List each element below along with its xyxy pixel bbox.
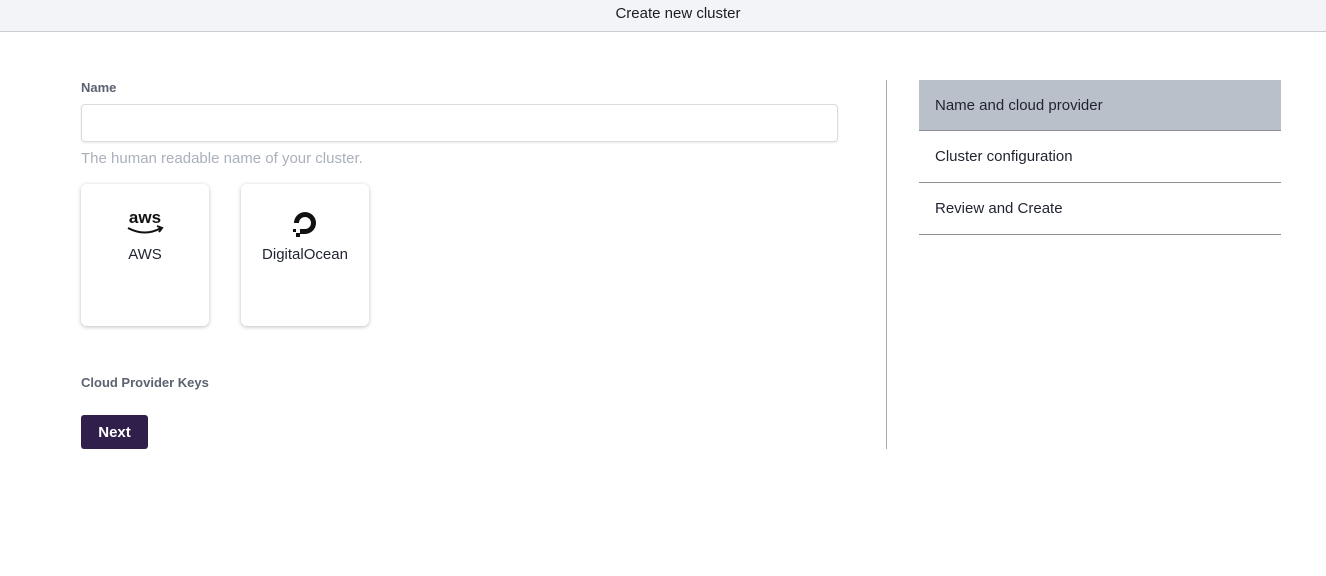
vertical-divider [886, 80, 887, 449]
step-cluster-configuration[interactable]: Cluster configuration [919, 131, 1281, 183]
aws-logo-icon: aws [124, 206, 166, 240]
cluster-name-input[interactable] [81, 104, 838, 142]
provider-name: AWS [128, 246, 162, 263]
provider-card-digitalocean[interactable]: DigitalOcean [241, 184, 369, 326]
name-help-text: The human readable name of your cluster. [81, 150, 363, 167]
step-review-and-create[interactable]: Review and Create [919, 183, 1281, 235]
provider-name: DigitalOcean [262, 246, 348, 263]
page-title: Create new cluster [615, 5, 741, 22]
top-bar: Create new cluster [0, 0, 1326, 32]
wizard-steps: Name and cloud provider Cluster configur… [919, 80, 1281, 235]
next-button[interactable]: Next [81, 415, 148, 449]
svg-text:aws: aws [129, 208, 161, 227]
cloud-provider-keys-label: Cloud Provider Keys [81, 375, 209, 390]
name-label: Name [81, 80, 117, 95]
digitalocean-logo-icon [288, 206, 322, 240]
step-name-and-cloud-provider[interactable]: Name and cloud provider [919, 80, 1281, 131]
provider-card-aws[interactable]: aws AWS [81, 184, 209, 326]
